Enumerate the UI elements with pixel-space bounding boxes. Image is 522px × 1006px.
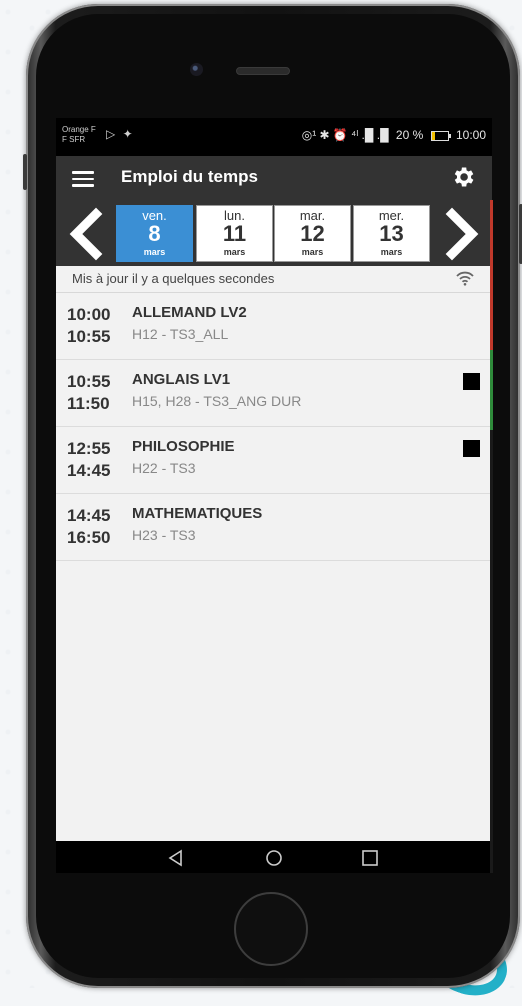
day-number: 8 (148, 221, 161, 246)
day-month: mars (380, 247, 403, 257)
lesson-subject: PHILOSOPHIE (132, 438, 235, 455)
edge-stripe-dark (490, 430, 493, 873)
day-tab-lun-11[interactable]: lun. 11 mars (196, 205, 273, 262)
day-tab-mar-12[interactable]: mar. 12 mars (274, 205, 351, 262)
carrier-line-2: F SFR (62, 135, 86, 144)
earpiece-speaker (236, 67, 290, 75)
page-title: Emploi du temps (121, 167, 258, 186)
phone-screen: Orange F F SFR ▷ ✦ ◎¹ ✱ ⏰ ⁴ˡ .█ .█ 20 % … (56, 118, 492, 873)
lesson-end-time: 10:55 (67, 327, 111, 346)
day-number: 12 (300, 221, 325, 246)
lesson-flag-square-icon (463, 373, 480, 390)
back-triangle-icon[interactable] (166, 849, 186, 867)
wifi-icon (456, 271, 474, 286)
lesson-start-time: 12:55 (67, 439, 111, 458)
lesson-subject: ALLEMAND LV2 (132, 304, 247, 321)
day-tab-ven-8[interactable]: ven. 8 mars (116, 205, 193, 262)
lesson-times: 10:00 10:55 (67, 304, 110, 348)
update-status-bar: Mis à jour il y a quelques secondes (56, 266, 492, 293)
update-status-text: Mis à jour il y a quelques secondes (72, 271, 275, 286)
clock: 10:00 (455, 128, 486, 142)
lesson-start-time: 14:45 (67, 506, 111, 525)
front-camera (190, 63, 203, 76)
lesson-start-time: 10:00 (67, 305, 111, 324)
status-bar: Orange F F SFR ▷ ✦ ◎¹ ✱ ⏰ ⁴ˡ .█ .█ 20 % … (56, 118, 492, 156)
lesson-times: 12:55 14:45 (67, 438, 110, 482)
battery-percent: 20 % (395, 128, 424, 142)
lesson-end-time: 11:50 (67, 394, 110, 413)
carrier-label: Orange F F SFR (62, 125, 96, 145)
lesson-flag-square-icon (463, 440, 480, 457)
lesson-item-allemand[interactable]: 10:00 10:55 ALLEMAND LV2 H12 - TS3_ALL (56, 293, 492, 360)
notification-icons: ▷ ✦ (106, 127, 135, 141)
edge-stripe-green (490, 350, 493, 430)
home-circle-icon[interactable] (264, 849, 284, 867)
day-month: mars (301, 247, 324, 257)
recents-square-icon[interactable] (360, 849, 380, 867)
gear-icon[interactable] (450, 164, 476, 190)
lesson-subject: ANGLAIS LV1 (132, 371, 231, 388)
lesson-item-anglais[interactable]: 10:55 11:50 ANGLAIS LV1 H15, H28 - TS3_A… (56, 360, 492, 427)
date-selector: ven. 8 mars lun. 11 mars mar. 12 mars me… (56, 200, 492, 266)
lesson-end-time: 16:50 (67, 528, 111, 547)
android-navigation-bar (56, 841, 492, 873)
lesson-subject: MATHEMATIQUES (132, 505, 263, 522)
lesson-item-mathematiques[interactable]: 14:45 16:50 MATHEMATIQUES H23 - TS3 (56, 494, 492, 561)
volume-button (23, 154, 27, 190)
lesson-detail: H22 - TS3 (132, 460, 196, 476)
day-number: 13 (379, 221, 404, 246)
lesson-start-time: 10:55 (67, 372, 111, 391)
lesson-times: 14:45 16:50 (67, 505, 110, 549)
carrier-line-1: Orange F (62, 125, 96, 134)
battery-icon (430, 130, 451, 141)
day-month: mars (223, 247, 246, 257)
edge-stripe-red (490, 200, 493, 350)
hamburger-menu-icon[interactable] (72, 168, 94, 188)
day-tab-mer-13[interactable]: mer. 13 mars (353, 205, 430, 262)
lesson-list: 10:00 10:55 ALLEMAND LV2 H12 - TS3_ALL 1… (56, 293, 492, 561)
lesson-end-time: 14:45 (67, 461, 111, 480)
next-day-chevron-icon[interactable] (436, 206, 488, 262)
lesson-detail: H12 - TS3_ALL (132, 326, 229, 342)
system-icons: ◎¹ ✱ ⏰ ⁴ˡ .█ .█ (301, 128, 389, 142)
day-month: mars (143, 247, 166, 257)
lesson-detail: H15, H28 - TS3_ANG DUR (132, 393, 302, 409)
system-status: ◎¹ ✱ ⏰ ⁴ˡ .█ .█ 20 % 10:00 (298, 128, 486, 142)
day-number: 11 (222, 221, 247, 246)
home-button[interactable] (234, 892, 308, 966)
app-bar: Emploi du temps (56, 156, 492, 200)
lesson-times: 10:55 11:50 (67, 371, 110, 415)
previous-day-chevron-icon[interactable] (60, 206, 112, 262)
lesson-item-philosophie[interactable]: 12:55 14:45 PHILOSOPHIE H22 - TS3 (56, 427, 492, 494)
lesson-detail: H23 - TS3 (132, 527, 196, 543)
